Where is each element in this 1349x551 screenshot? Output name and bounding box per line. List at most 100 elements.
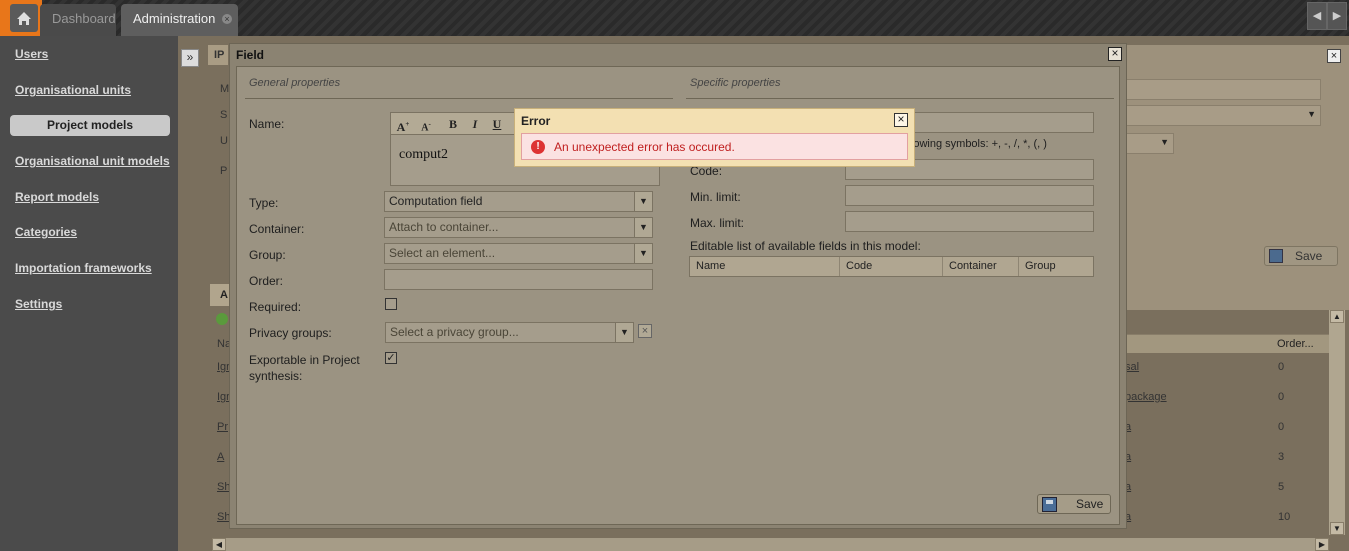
tab-administration[interactable]: Administration ×: [121, 4, 238, 36]
table-cell-order: 10: [1278, 511, 1291, 523]
fields-table-header: Name Code Container Group: [689, 256, 1094, 277]
chevron-down-icon: ▼: [1307, 109, 1316, 119]
type-select[interactable]: Computation field ▼: [384, 191, 653, 212]
add-icon[interactable]: [216, 313, 228, 325]
exportable-label-continued: synthesis:: [249, 369, 303, 383]
horizontal-scrollbar[interactable]: ◀ ▶: [212, 538, 1329, 551]
column-header-code[interactable]: Code: [840, 257, 943, 276]
save-button[interactable]: Save: [1037, 494, 1111, 514]
tab-administration-label: Administration: [133, 11, 216, 26]
name-label: Name:: [249, 117, 285, 131]
table-cell-order: 0: [1278, 361, 1285, 373]
chevron-down-icon: ▼: [634, 244, 652, 263]
underline-icon[interactable]: U: [488, 116, 506, 132]
group-label: Group:: [249, 248, 286, 262]
table-row-link[interactable]: Pr: [217, 421, 228, 433]
sidebar-item-organisational-units[interactable]: Organisational units: [15, 83, 131, 97]
error-dialog: Error × ! An unexpected error has occure…: [514, 108, 915, 167]
error-message-box: ! An unexpected error has occured.: [521, 133, 908, 160]
form-label-fragment: S: [220, 109, 228, 121]
top-bar: Dashboard Administration × ◀ ▶: [0, 0, 1349, 36]
table-row-link[interactable]: Igr: [217, 361, 230, 373]
table-cell-order: 3: [1278, 451, 1285, 463]
chevron-left-icon[interactable]: ◀: [1307, 2, 1327, 30]
close-icon[interactable]: ×: [894, 113, 908, 127]
scroll-up-icon[interactable]: ▲: [1330, 310, 1344, 323]
chevron-right-icon[interactable]: ▶: [1327, 2, 1347, 30]
font-size-increase-icon[interactable]: A+: [394, 116, 412, 134]
max-limit-input[interactable]: [845, 211, 1094, 232]
close-icon[interactable]: ×: [222, 14, 232, 24]
table-cell-order: 0: [1278, 391, 1285, 403]
fields-list-label: Editable list of available fields in thi…: [690, 239, 921, 253]
bold-icon[interactable]: B: [444, 116, 462, 132]
order-input[interactable]: [384, 269, 653, 290]
scroll-down-icon[interactable]: ▼: [1330, 522, 1344, 535]
container-select[interactable]: Attach to container... ▼: [384, 217, 653, 238]
home-icon: [10, 4, 38, 32]
table-row-link[interactable]: package: [1125, 391, 1167, 403]
scroll-right-icon[interactable]: ▶: [1315, 538, 1329, 551]
save-label: Save: [1295, 249, 1323, 263]
home-button[interactable]: [0, 0, 42, 36]
clear-icon[interactable]: ×: [638, 324, 652, 338]
scroll-left-icon[interactable]: ◀: [212, 538, 226, 551]
sidebar-item-project-models[interactable]: Project models: [10, 115, 170, 136]
required-label: Required:: [249, 300, 302, 314]
error-icon: !: [531, 140, 545, 154]
min-limit-input[interactable]: [845, 185, 1094, 206]
type-value: Computation field: [389, 194, 483, 208]
exportable-label: Exportable in Project: [249, 353, 360, 367]
column-header-group[interactable]: Group: [1019, 257, 1093, 276]
name-value: comput2: [399, 147, 448, 162]
background-input[interactable]: [1120, 79, 1321, 100]
close-icon[interactable]: ×: [1327, 49, 1341, 63]
general-properties-title: General properties: [249, 77, 341, 89]
sidebar-item-users[interactable]: Users: [15, 47, 48, 61]
group-placeholder: Select an element...: [389, 246, 496, 260]
sidebar-item-report-models[interactable]: Report models: [15, 190, 99, 204]
form-label-fragment: M: [220, 83, 230, 95]
expand-sidebar-button[interactable]: »: [181, 49, 199, 67]
privacy-groups-select[interactable]: Select a privacy group... ▼: [385, 322, 634, 343]
table-row-link[interactable]: sal: [1125, 361, 1139, 373]
tab-dashboard[interactable]: Dashboard: [40, 4, 116, 36]
error-message: An unexpected error has occured.: [554, 140, 735, 154]
background-save-button[interactable]: Save: [1264, 246, 1338, 266]
chevron-down-icon: ▼: [1160, 137, 1169, 147]
required-checkbox[interactable]: [385, 298, 397, 310]
close-icon[interactable]: ×: [1108, 47, 1122, 61]
order-label: Order:: [249, 274, 284, 288]
exportable-checkbox[interactable]: ✓: [385, 352, 397, 364]
column-header-name[interactable]: Name: [690, 257, 840, 276]
font-size-decrease-icon[interactable]: A-: [417, 116, 435, 133]
sidebar-item-categories[interactable]: Categories: [15, 225, 77, 239]
save-icon: [1042, 497, 1057, 512]
sidebar-item-settings[interactable]: Settings: [15, 297, 62, 311]
save-label: Save: [1076, 497, 1104, 511]
type-label: Type:: [249, 196, 279, 210]
table-row-link[interactable]: Igr: [217, 391, 230, 403]
dialog-title: Field: [236, 48, 265, 62]
table-cell-order: 0: [1278, 421, 1285, 433]
sidebar: Users Organisational units Project model…: [0, 36, 178, 551]
privacy-groups-placeholder: Select a privacy group...: [390, 325, 519, 339]
table-row-link[interactable]: A: [217, 451, 224, 463]
divider: [245, 98, 673, 99]
min-limit-label: Min. limit:: [690, 190, 741, 204]
sidebar-item-importation-frameworks[interactable]: Importation frameworks: [15, 261, 152, 275]
vertical-scrollbar[interactable]: ▲ ▼: [1329, 310, 1345, 535]
form-label-fragment: U: [220, 135, 228, 147]
tab-fragment[interactable]: A: [210, 284, 230, 306]
column-header-container[interactable]: Container: [943, 257, 1019, 276]
background-select[interactable]: ▼: [1120, 133, 1174, 154]
background-select[interactable]: ▼: [1120, 105, 1321, 126]
column-header-order[interactable]: Order...: [1277, 338, 1314, 350]
panel-header-fragment: IP: [208, 45, 228, 65]
max-limit-label: Max. limit:: [690, 216, 744, 230]
italic-icon[interactable]: I: [466, 116, 484, 132]
specific-properties-title: Specific properties: [690, 77, 781, 89]
group-select[interactable]: Select an element... ▼: [384, 243, 653, 264]
sidebar-item-organisational-unit-models[interactable]: Organisational unit models: [15, 154, 170, 168]
chevron-down-icon: ▼: [615, 323, 633, 342]
